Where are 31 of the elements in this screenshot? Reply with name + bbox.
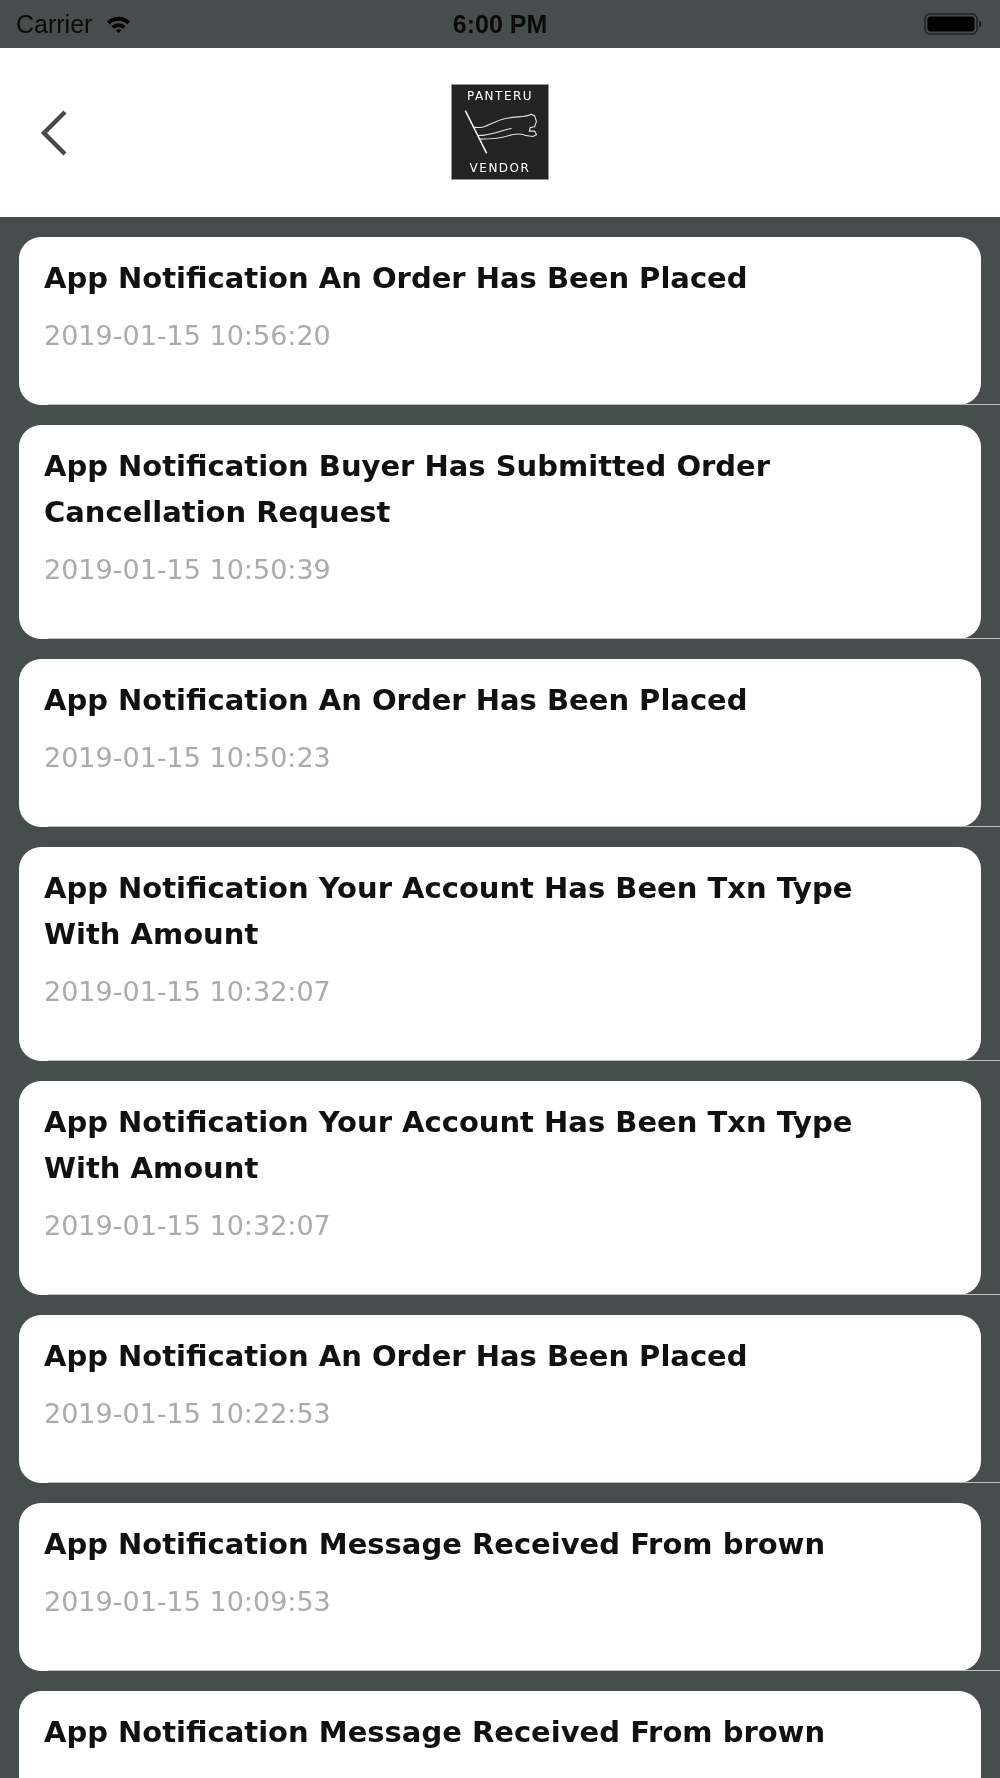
- status-time: 6:00 PM: [452, 9, 548, 39]
- logo-text: PANTERU: [466, 88, 534, 104]
- notification-card[interactable]: App Notification An Order Has Been Placed 2019-01-15 10:50:23: [19, 659, 981, 827]
- notification-card[interactable]: App Notification Message Received From brown 2019-01-15 10:09:53: [19, 1503, 981, 1671]
- notification-title: App Notification An Order Has Been Placed: [44, 260, 749, 297]
- notification-card[interactable]: App Notification Message Received From brown: [19, 1691, 981, 1778]
- notification-title: App Notification An Order Has Been Placed: [44, 682, 749, 719]
- notification-card[interactable]: App Notification Your Account Has Been Txn Type With Amount 2019-01-15 10:32:07: [19, 847, 981, 1061]
- notification-card[interactable]: App Notification Your Account Has Been Txn Type With Amount 2019-01-15 10:32:07: [19, 1081, 981, 1295]
- notification-timestamp: 2019-01-15 10:50:39: [44, 553, 332, 587]
- notification-card[interactable]: App Notification An Order Has Been Placed 2019-01-15 10:22:53: [19, 1315, 981, 1483]
- chevron-left-icon: [40, 109, 68, 156]
- notification-timestamp: 2019-01-15 10:09:53: [44, 1585, 332, 1619]
- notification-timestamp: 2019-01-15 10:22:53: [44, 1397, 332, 1431]
- logo-text: VENDOR: [469, 160, 531, 176]
- notification-timestamp: 2019-01-15 10:32:07: [44, 975, 332, 1009]
- carrier-name: Carrier: [16, 9, 93, 39]
- notification-title: App Notification Buyer Has Submitted Order Cancellation Request: [44, 448, 772, 531]
- back-button[interactable]: [40, 109, 68, 156]
- notification-title: App Notification Your Account Has Been Txn Type With Amount: [44, 870, 854, 953]
- notification-timestamp: 2019-01-15 10:50:23: [44, 741, 332, 775]
- notification-title: App Notification Your Account Has Been Txn Type With Amount: [44, 1104, 854, 1187]
- notification-timestamp: 2019-01-15 10:32:07: [44, 1209, 332, 1243]
- notification-title: App Notification An Order Has Been Placed: [44, 1338, 749, 1375]
- wifi-icon: [106, 14, 132, 34]
- notification-card[interactable]: App Notification An Order Has Been Placed 2019-01-15 10:56:20: [19, 237, 981, 405]
- notification-card[interactable]: App Notification Buyer Has Submitted Order Cancellation Request 2019-01-15 10:50:39: [19, 425, 981, 639]
- notification-title: App Notification Message Received From brown: [44, 1714, 827, 1751]
- notification-title: App Notification Message Received From brown: [44, 1526, 827, 1563]
- battery-icon: [924, 13, 982, 35]
- notification-timestamp: 2019-01-15 10:56:20: [44, 319, 332, 353]
